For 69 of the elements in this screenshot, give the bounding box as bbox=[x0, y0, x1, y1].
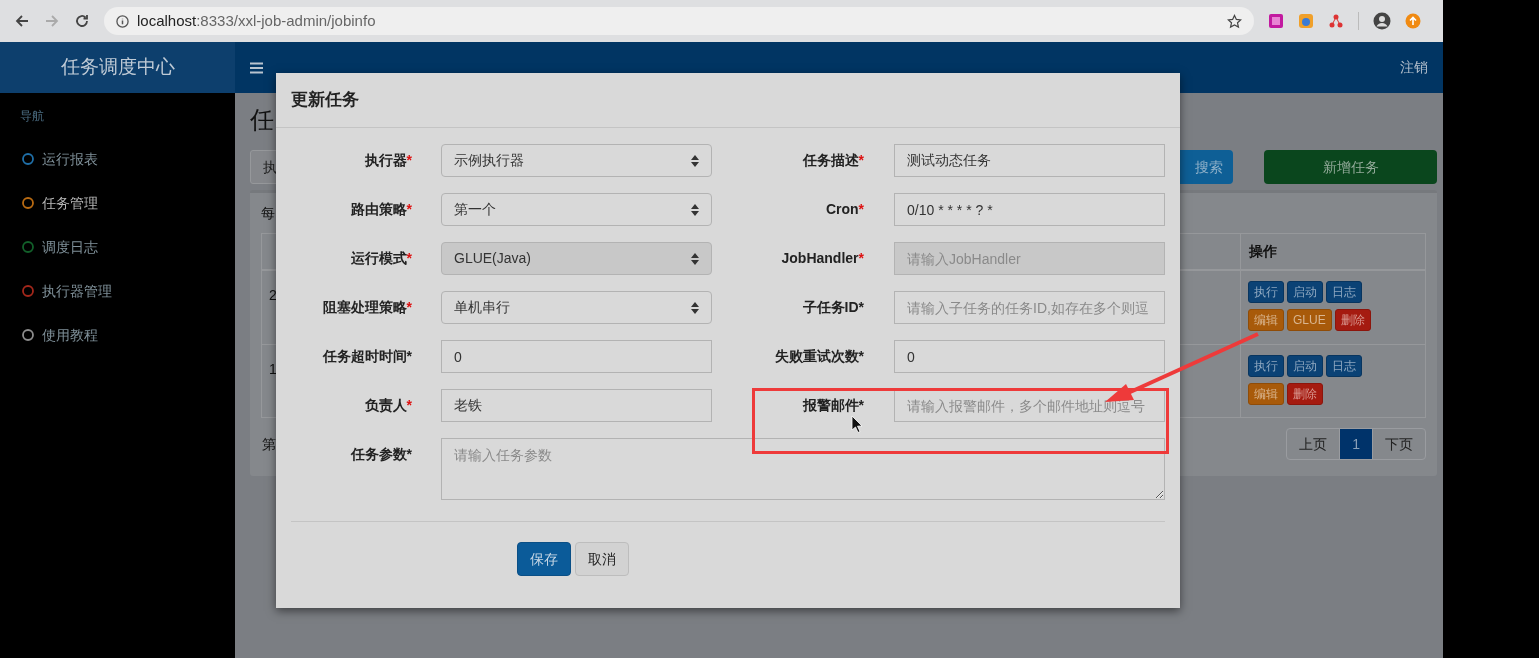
action-button[interactable]: 启动 bbox=[1287, 281, 1323, 303]
star-icon[interactable] bbox=[1227, 13, 1242, 29]
nav-item[interactable]: 使用教程 bbox=[0, 323, 235, 347]
field-label: 阻塞处理策略* bbox=[322, 298, 412, 317]
input-field[interactable]: 0 bbox=[441, 340, 712, 373]
logout-link[interactable]: 注销 bbox=[1400, 57, 1428, 78]
updown-icon bbox=[691, 301, 699, 314]
field-label: 子任务ID* bbox=[802, 298, 864, 317]
page-title: 任 bbox=[250, 105, 275, 135]
save-button[interactable]: 保存 bbox=[517, 542, 571, 576]
nav-heading: 导航 bbox=[20, 109, 44, 123]
info-text: 第 bbox=[262, 434, 276, 454]
updown-icon bbox=[691, 252, 699, 265]
field-label: 执行器* bbox=[364, 151, 412, 170]
page-button[interactable]: 下页 bbox=[1372, 429, 1425, 459]
input-field[interactable]: 请输入报警邮件，多个邮件地址则逗号 bbox=[894, 389, 1165, 422]
field-label: 运行模式* bbox=[350, 249, 412, 268]
reload-icon[interactable] bbox=[74, 13, 90, 29]
field-label: 负责人* bbox=[364, 396, 412, 415]
extension-icon[interactable] bbox=[1268, 13, 1284, 29]
menu-icon[interactable] bbox=[250, 61, 263, 74]
table-cell: 1 bbox=[269, 361, 277, 377]
action-button[interactable]: 删除 bbox=[1334, 309, 1371, 331]
extension-icon[interactable] bbox=[1298, 13, 1314, 29]
nav-item[interactable]: 任务管理 bbox=[0, 191, 235, 215]
action-button[interactable]: 日志 bbox=[1326, 355, 1362, 377]
updown-icon bbox=[691, 203, 699, 216]
input-field[interactable]: 老铁 bbox=[441, 389, 712, 422]
field-label: 任务描述* bbox=[802, 151, 864, 170]
action-button[interactable]: 执行 bbox=[1248, 355, 1284, 377]
nav-item[interactable]: 执行器管理 bbox=[0, 279, 235, 303]
table-cell: 2 bbox=[269, 287, 277, 303]
url-text: localhost:8333/xxl-job-admin/jobinfo bbox=[137, 10, 377, 31]
field-label: JobHandler* bbox=[781, 249, 864, 268]
select-field[interactable]: 第一个 bbox=[441, 193, 712, 226]
input-field[interactable]: 请输入子任务的任务ID,如存在多个则逗 bbox=[894, 291, 1165, 324]
action-button[interactable]: 启动 bbox=[1287, 355, 1323, 377]
nav-item[interactable]: 调度日志 bbox=[0, 235, 235, 259]
column-header: 操作 bbox=[1249, 242, 1277, 261]
field-label: 任务参数* bbox=[350, 445, 412, 464]
updown-icon bbox=[691, 154, 699, 167]
select-field[interactable]: 单机串行 bbox=[441, 291, 712, 324]
extension-icon[interactable] bbox=[1328, 13, 1344, 29]
page-button[interactable]: 1 bbox=[1339, 429, 1372, 459]
cursor-icon bbox=[851, 415, 863, 433]
select-field[interactable]: 示例执行器 bbox=[441, 144, 712, 177]
action-button[interactable]: 执行 bbox=[1248, 281, 1284, 303]
input-field[interactable]: 0 bbox=[894, 340, 1165, 373]
input-field[interactable]: 测试动态任务 bbox=[894, 144, 1165, 177]
field-label: 路由策略* bbox=[350, 200, 412, 219]
address-bar[interactable]: localhost:8333/xxl-job-admin/jobinfo bbox=[104, 7, 1254, 35]
cancel-button[interactable]: 取消 bbox=[575, 542, 629, 576]
params-field[interactable]: 请输入任务参数 bbox=[441, 438, 1165, 500]
info-icon bbox=[116, 14, 129, 28]
length-text: 每 bbox=[261, 205, 275, 221]
nav-item[interactable]: 运行报表 bbox=[0, 147, 235, 171]
app-logo[interactable]: 任务调度中心 bbox=[60, 53, 175, 82]
profile-icon[interactable] bbox=[1373, 12, 1391, 30]
field-label: 任务超时时间* bbox=[322, 347, 412, 366]
action-button[interactable]: 删除 bbox=[1287, 383, 1323, 405]
page-button[interactable]: 上页 bbox=[1287, 429, 1340, 459]
field-label: 报警邮件* bbox=[802, 396, 864, 415]
input-field[interactable]: 0/10 * * * * ? * bbox=[894, 193, 1165, 226]
field-label: 失败重试次数* bbox=[774, 347, 864, 366]
action-button[interactable]: 日志 bbox=[1326, 281, 1362, 303]
add-task-button[interactable]: 新增任务 bbox=[1264, 150, 1437, 184]
back-icon[interactable] bbox=[14, 13, 30, 29]
dialog-title: 更新任务 bbox=[291, 89, 359, 112]
field-label: Cron* bbox=[825, 200, 864, 219]
